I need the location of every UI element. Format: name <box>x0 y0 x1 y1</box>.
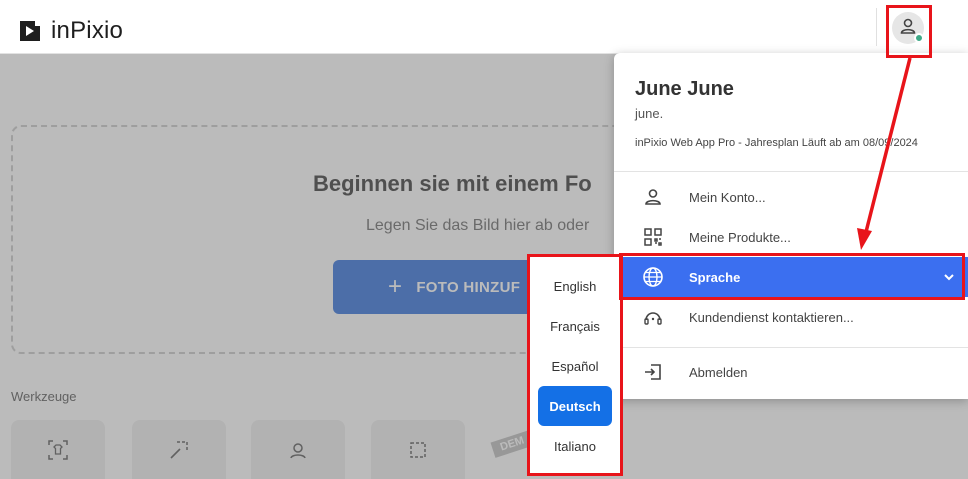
highlight-box-language <box>619 253 965 300</box>
menu-item-label: Abmelden <box>689 364 748 380</box>
account-email: june. <box>635 106 664 121</box>
highlight-box-language-list <box>527 254 623 476</box>
header-divider <box>876 8 877 46</box>
menu-item-logout[interactable]: Abmelden <box>614 352 968 392</box>
account-menu-panel: June June june. inPixio Web App Pro - Ja… <box>614 53 968 399</box>
logout-icon <box>642 361 664 383</box>
support-icon <box>642 306 664 328</box>
menu-item-my-account[interactable]: Mein Konto... <box>614 177 968 217</box>
account-plan: inPixio Web App Pro - Jahresplan Läuft a… <box>635 137 918 149</box>
menu-item-my-products[interactable]: Meine Produkte... <box>614 217 968 257</box>
menu-item-label: Kundendienst kontaktieren... <box>689 309 854 325</box>
divider <box>614 171 968 172</box>
highlight-box-avatar <box>886 5 932 58</box>
menu-item-support[interactable]: Kundendienst kontaktieren... <box>614 297 968 337</box>
qr-products-icon <box>642 226 664 248</box>
person-icon <box>642 186 664 208</box>
logo[interactable]: inPixio <box>19 17 123 45</box>
logo-text: inPixio <box>51 17 124 44</box>
logo-play-icon <box>19 20 41 42</box>
divider <box>614 347 968 348</box>
app-header: inPixio <box>0 0 968 54</box>
account-name: June June <box>635 78 734 100</box>
menu-item-label: Meine Produkte... <box>689 229 791 245</box>
menu-item-label: Mein Konto... <box>689 189 766 205</box>
